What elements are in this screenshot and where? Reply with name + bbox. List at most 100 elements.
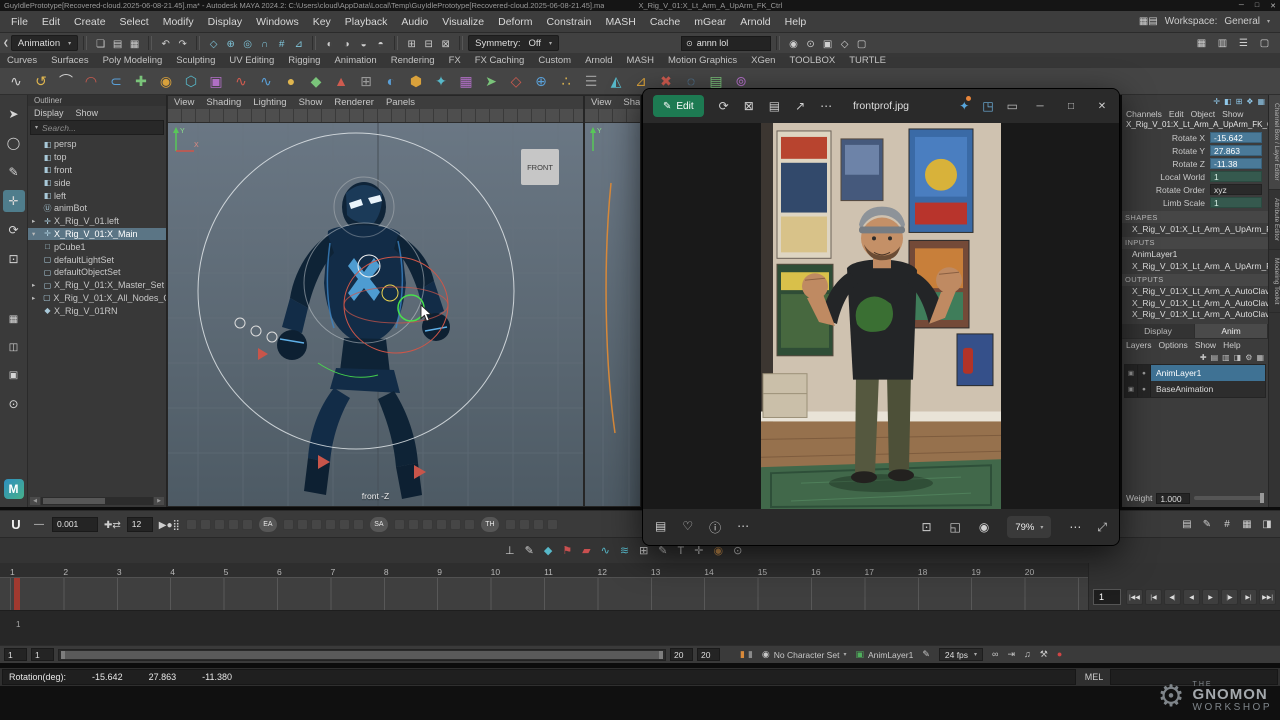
render-icon[interactable]: ◒ xyxy=(355,39,372,50)
shelf-icon[interactable]: ⊞ xyxy=(355,70,377,92)
channel-value-field[interactable]: xyz xyxy=(1210,184,1262,195)
shelf-icon[interactable]: ▲ xyxy=(330,70,352,92)
channel-row[interactable]: Rotate Z -11.38 xyxy=(1122,157,1268,170)
outliner-item[interactable]: ◆ X_Rig_V_01RN xyxy=(28,304,166,317)
viewport-front[interactable]: ViewShadingLightingShowRendererPanels xyxy=(167,95,584,507)
menu-item[interactable]: File xyxy=(4,16,35,28)
weight-value-field[interactable]: 1.000 xyxy=(1156,493,1190,504)
layer-tool-icon[interactable]: ▥ xyxy=(1222,353,1230,362)
menu-item[interactable]: Key xyxy=(306,16,338,28)
menu-item[interactable]: Display xyxy=(201,16,249,28)
tool-icon[interactable]: ✛ xyxy=(3,190,25,212)
status-tool-icon[interactable]: ◇ xyxy=(836,39,853,50)
shelf-icon[interactable]: ∴ xyxy=(555,70,577,92)
menu-item[interactable]: mGear xyxy=(687,16,733,28)
channel-row[interactable]: Rotate X -15.642 xyxy=(1122,131,1268,144)
sidebar-toggle-icon[interactable]: ▢ xyxy=(1256,38,1273,49)
shelf-icon[interactable]: ↺ xyxy=(30,70,52,92)
scroll-thumb[interactable] xyxy=(43,498,105,504)
layer-name[interactable]: BaseAnimation xyxy=(1151,381,1265,397)
tool-icon[interactable]: ✎ xyxy=(3,161,25,183)
snap-icon[interactable]: # xyxy=(273,39,290,50)
shelf-icon[interactable]: ⌒ xyxy=(55,70,77,92)
panel-tool-icon[interactable]: # xyxy=(1220,519,1234,530)
menu-item[interactable]: Cache xyxy=(643,16,687,28)
layer-menu-item[interactable]: Layers xyxy=(1126,340,1152,350)
layer-tool-icon[interactable]: ✚ xyxy=(1200,353,1207,362)
menu-item[interactable]: Modify xyxy=(156,16,201,28)
transport-button[interactable]: ▶| xyxy=(1240,589,1257,605)
outliner-item[interactable]: ▢ defaultObjectSet xyxy=(28,266,166,279)
transport-button[interactable]: |◀ xyxy=(1145,589,1162,605)
outliner-item[interactable]: ▸ ✛ X_Rig_V_01.left xyxy=(28,215,166,228)
outliner-item[interactable]: ▸ ▢ X_Rig_V_01:X_Master_Set xyxy=(28,279,166,292)
menu-item[interactable]: Visualize xyxy=(435,16,491,28)
window-control-icon[interactable]: □ xyxy=(1255,2,1259,10)
shelf-tab[interactable]: Rendering xyxy=(384,55,442,66)
toolbar-cluster[interactable] xyxy=(394,519,475,530)
animbot-icon[interactable]: ◆ xyxy=(544,544,552,557)
layer-name[interactable]: AnimLayer1 xyxy=(1151,365,1265,381)
shelf-icon[interactable]: ∿ xyxy=(255,70,277,92)
shelf-tab[interactable]: Animation xyxy=(327,55,383,66)
time-slider-track[interactable]: 1234567891011121314151617181920 xyxy=(0,563,1088,610)
workspace-selector[interactable]: ▦▤ Workspace: General ▾ xyxy=(1139,16,1276,27)
menu-item[interactable]: Create xyxy=(67,16,113,28)
shelf-tab[interactable]: Rigging xyxy=(281,55,327,66)
channel-value-field[interactable]: 27.863 xyxy=(1210,145,1262,156)
viewport-menu-item[interactable]: Show xyxy=(293,97,329,108)
snap-icon[interactable]: ◎ xyxy=(239,39,256,50)
playhead[interactable] xyxy=(14,578,20,610)
playback-option-icon[interactable]: ⇥ xyxy=(1007,649,1015,660)
menu-item[interactable]: Windows xyxy=(249,16,306,28)
menu-item[interactable]: Constrain xyxy=(540,16,599,28)
sidebar-tab[interactable]: Channel Box / Layer Editor xyxy=(1269,95,1280,190)
shelf-icon[interactable]: ⬢ xyxy=(405,70,427,92)
layout-icon[interactable]: ◫ xyxy=(3,336,25,358)
sidebar-toggle-icon[interactable]: ▦ xyxy=(1193,38,1210,49)
playback-option-icon[interactable]: ♫ xyxy=(1024,649,1031,660)
viewport-toolbar[interactable] xyxy=(585,109,640,123)
layer-menu-item[interactable]: Options xyxy=(1159,340,1188,350)
toolbar-cluster[interactable] xyxy=(186,519,253,530)
fullscreen-icon[interactable]: ⋯ xyxy=(1069,520,1081,535)
layer-mute-icon[interactable]: ▣ xyxy=(1125,365,1138,381)
viewport-toolbar[interactable] xyxy=(168,109,583,123)
shelf-icon[interactable]: ☰ xyxy=(580,70,602,92)
layer-solo-icon[interactable]: ● xyxy=(1138,365,1151,381)
photos-action-icon[interactable]: ⋯ xyxy=(737,519,749,536)
shelf-icon[interactable]: ▣ xyxy=(205,70,227,92)
shelf-tab[interactable]: Arnold xyxy=(578,55,619,66)
outliner-search-input[interactable]: ▾ Search... xyxy=(30,120,164,135)
status-tool-icon[interactable]: ▣ xyxy=(819,39,836,50)
playback-option-icon[interactable]: ⚒ xyxy=(1040,649,1048,660)
layer-tool-icon[interactable]: ◨ xyxy=(1234,353,1242,362)
shelf-tab[interactable]: TOOLBOX xyxy=(782,55,842,66)
window-control-icon[interactable]: □ xyxy=(1064,101,1078,112)
expand-icon[interactable]: ▸ xyxy=(32,294,40,302)
animbot-icon[interactable]: T xyxy=(678,545,685,557)
photo-viewer-area[interactable] xyxy=(643,123,1119,509)
shelf-icon[interactable]: ◇ xyxy=(505,70,527,92)
edit-button[interactable]: ✎ Edit xyxy=(653,95,704,117)
shelf-tab[interactable]: TURTLE xyxy=(842,55,893,66)
shelf-tab[interactable]: Sculpting xyxy=(169,55,222,66)
shelf-tab[interactable]: Surfaces xyxy=(44,55,96,66)
menu-item[interactable]: Help xyxy=(778,16,814,28)
photos-action-icon[interactable]: ▤ xyxy=(655,519,666,536)
sidebar-tab[interactable]: Attribute Editor xyxy=(1269,190,1280,250)
photos-action-icon[interactable]: ⓘ xyxy=(709,519,721,536)
animbot-tool-icon[interactable]: ⣿ xyxy=(173,520,180,531)
channel-box-tool-icon[interactable]: ❖ xyxy=(1246,97,1253,106)
undo-redo-icon[interactable]: ↷ xyxy=(174,39,191,50)
layout-icon[interactable]: ▦ xyxy=(3,308,25,330)
undo-redo-icon[interactable]: ↶ xyxy=(157,39,174,50)
transport-button[interactable]: ◀| xyxy=(1164,589,1181,605)
transport-button[interactable]: |◀◀ xyxy=(1126,589,1143,605)
panel-tool-icon[interactable]: ▦ xyxy=(1240,519,1254,530)
animbot-tool-icon[interactable]: ⇄ xyxy=(112,520,120,531)
channel-row[interactable]: Limb Scale 1 xyxy=(1122,196,1268,209)
outliner-item[interactable]: ▾ ✛ X_Rig_V_01:X_Main xyxy=(28,228,166,241)
layer-tool-icon[interactable]: ▦ xyxy=(1256,353,1264,362)
playback-start-field[interactable]: 1 xyxy=(31,648,54,661)
